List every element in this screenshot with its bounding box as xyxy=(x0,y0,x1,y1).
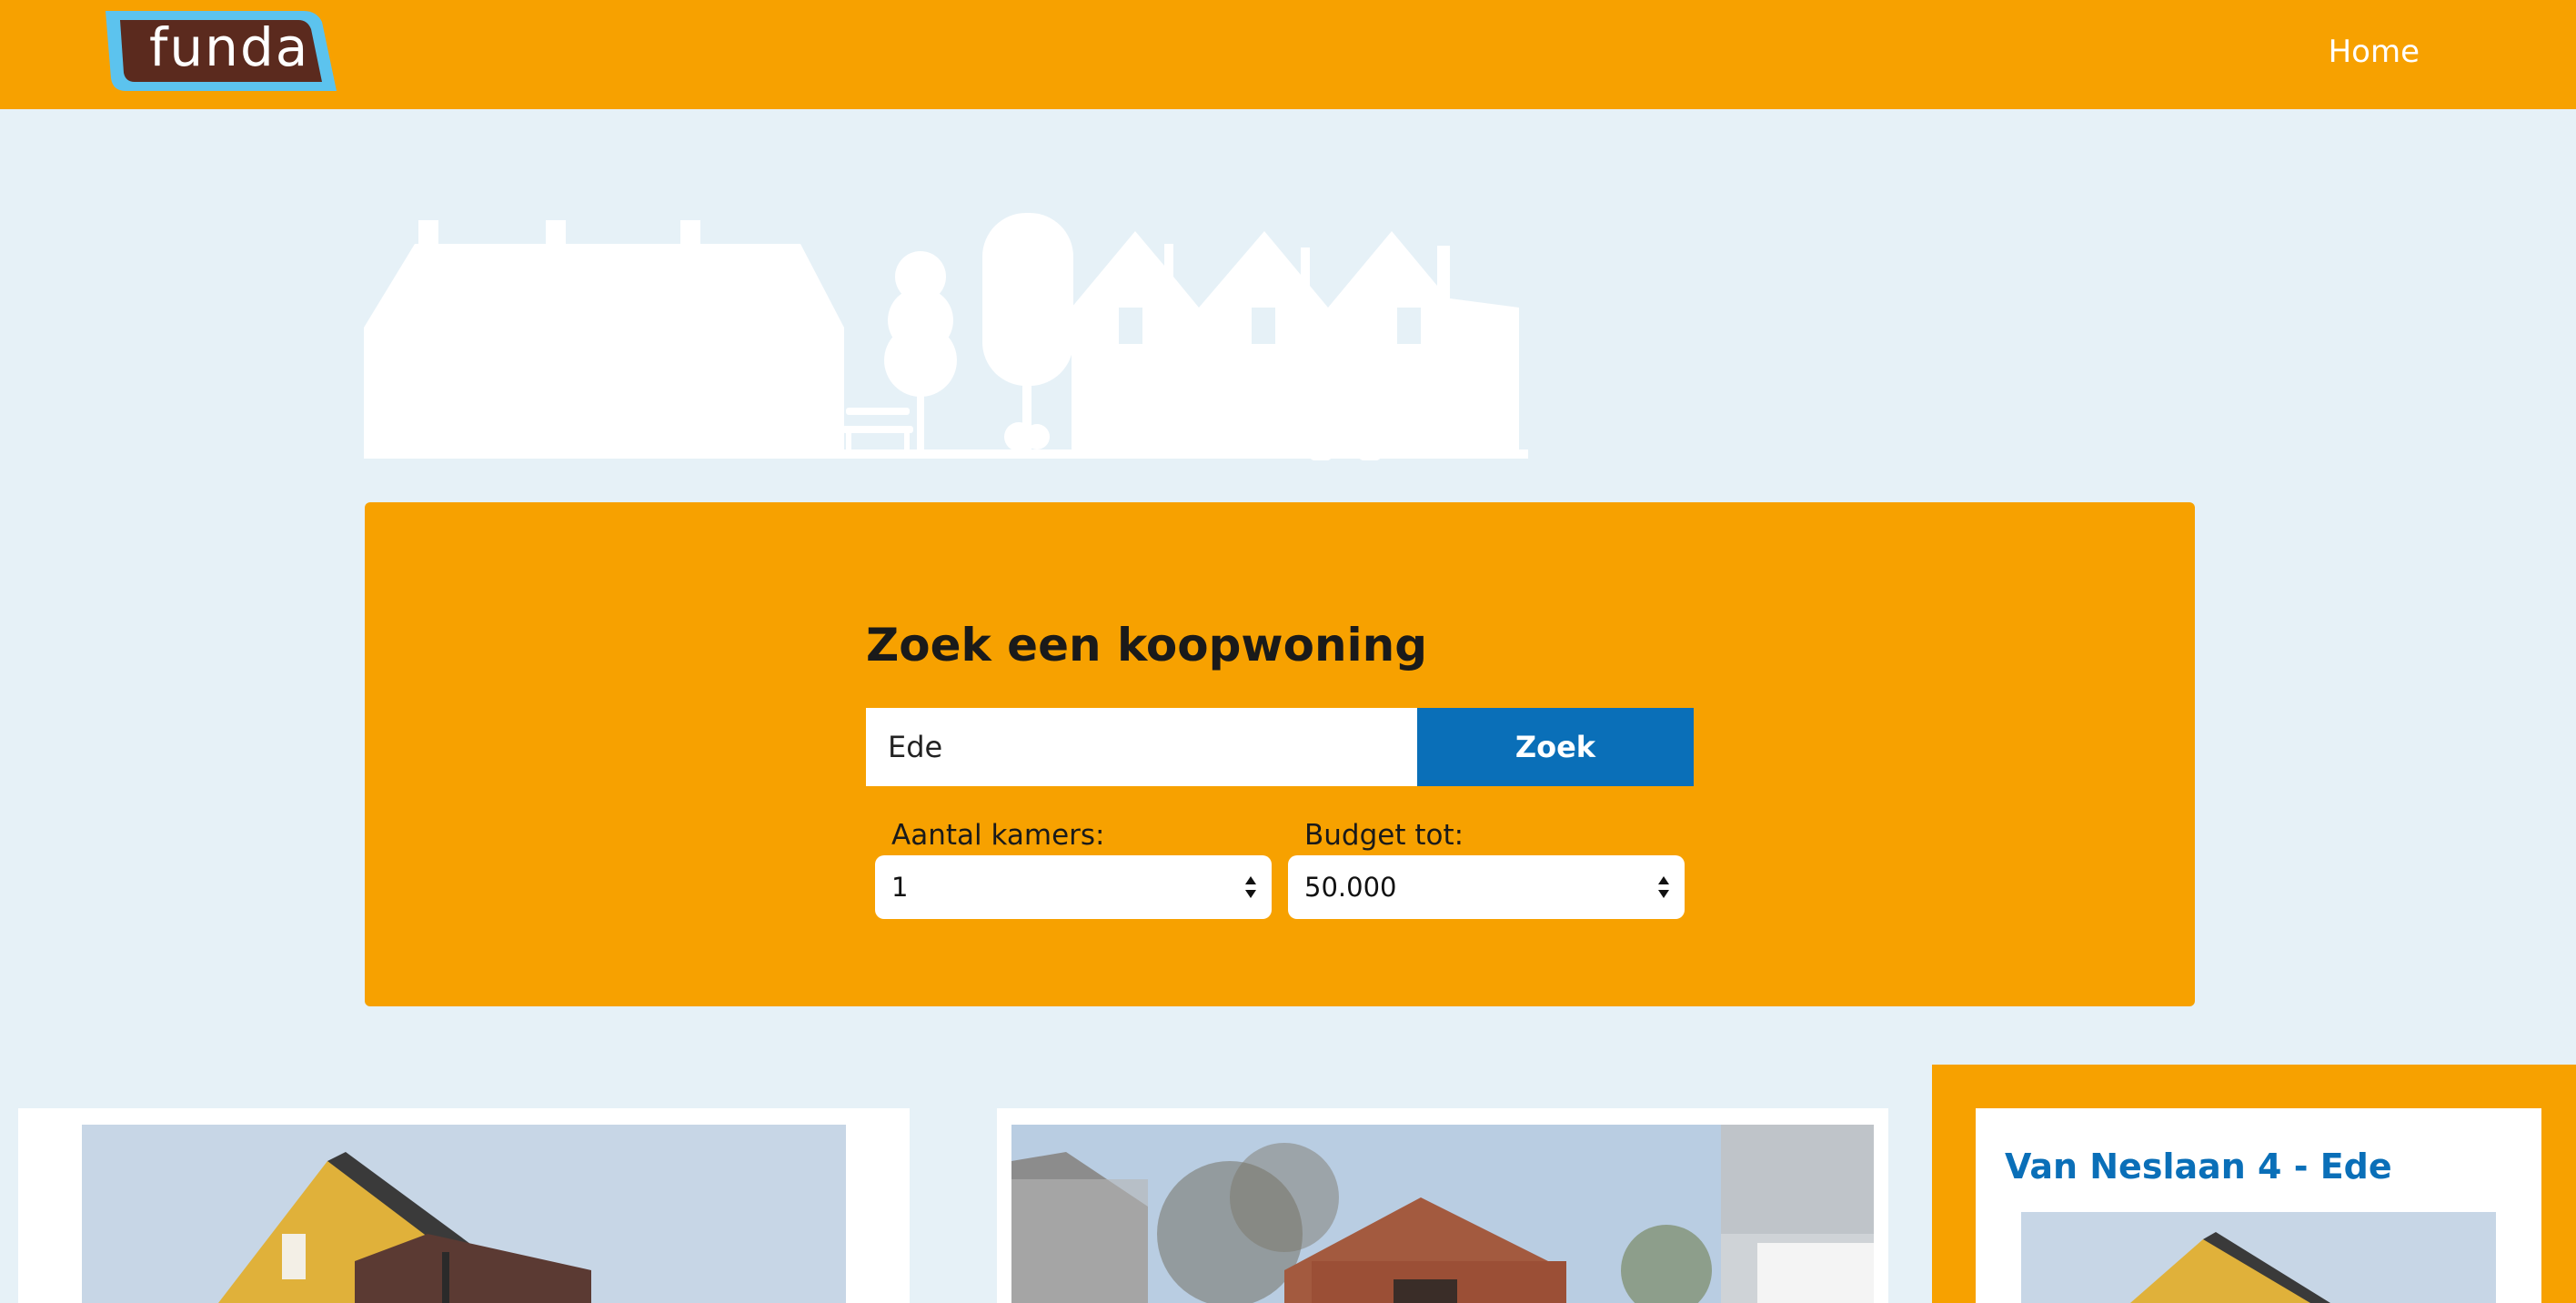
rooms-select-value: 1 xyxy=(891,872,909,903)
search-title: Zoek een koopwoning xyxy=(866,619,1428,672)
top-header: funda Home xyxy=(0,0,2576,109)
listing-photo[interactable] xyxy=(1011,1125,1874,1303)
skyline-illustration xyxy=(364,213,1528,460)
budget-label: Budget tot: xyxy=(1304,819,1464,852)
rooms-label: Aantal kamers: xyxy=(891,819,1105,852)
search-location-input[interactable] xyxy=(866,708,1417,786)
logo-wordmark: funda xyxy=(149,16,310,78)
budget-select-value: 50.000 xyxy=(1304,872,1397,903)
budget-select[interactable]: 50.000 xyxy=(1288,855,1685,919)
listing-photo[interactable] xyxy=(82,1125,846,1303)
featured-listing-title[interactable]: Van Neslaan 4 - Ede xyxy=(2005,1139,2392,1194)
nav-home-link[interactable]: Home xyxy=(2329,29,2420,75)
featured-listing-photo[interactable] xyxy=(2021,1212,2496,1303)
rooms-select[interactable]: 1 xyxy=(875,855,1272,919)
select-arrows-icon xyxy=(1245,876,1256,898)
search-button[interactable]: Zoek xyxy=(1417,708,1694,786)
select-arrows-icon xyxy=(1658,876,1669,898)
